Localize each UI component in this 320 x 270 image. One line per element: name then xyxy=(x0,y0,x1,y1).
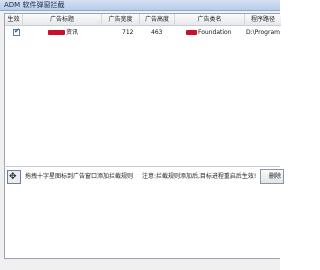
crosshair-drag-target[interactable]: ✥ xyxy=(7,170,21,184)
table-header: 生效 广告标题 广告宽度 广告高度 广告类名 程序路径 xyxy=(5,14,281,26)
header-ad-title[interactable]: 广告标题 xyxy=(23,14,102,26)
redaction-mark xyxy=(186,30,197,35)
cell-ad-class: Foundation xyxy=(198,29,232,36)
redaction-mark xyxy=(48,30,65,35)
cell-ad-title: 资讯 xyxy=(66,29,79,36)
title-bar: ADM 软件弹窗拦截 xyxy=(0,0,280,11)
cell-program-path: D:\Program Files xyxy=(246,29,281,36)
header-ad-height[interactable]: 广告高度 xyxy=(140,14,175,26)
crosshair-icon: ✥ xyxy=(9,172,17,182)
cell-ad-height: 463 xyxy=(151,29,163,36)
header-ad-class[interactable]: 广告类名 xyxy=(175,14,245,26)
header-ad-width[interactable]: 广告宽度 xyxy=(102,14,140,26)
delete-button[interactable]: 删除 xyxy=(260,169,284,184)
bottom-toolbar: ✥ 拖拽十字星图标到广告窗口添加拦截规则 注意:拦截规则添加后,目标进程重启后生… xyxy=(4,166,284,186)
rules-table: 生效 广告标题 广告宽度 广告高度 广告类名 程序路径 ✔ 资讯 712 463… xyxy=(4,13,281,259)
table-row[interactable]: ✔ 资讯 712 463 Foundation D:\Program Files xyxy=(5,27,281,38)
app-window: ADM 软件弹窗拦截 生效 广告标题 广告宽度 广告高度 广告类名 程序路径 ✔… xyxy=(0,0,284,270)
drag-instruction: 拖拽十字星图标到广告窗口添加拦截规则 xyxy=(25,173,134,180)
cell-ad-width: 712 xyxy=(122,29,134,36)
header-enabled[interactable]: 生效 xyxy=(5,14,23,26)
check-icon: ✔ xyxy=(14,27,20,35)
restart-notice: 注意:拦截规则添加后,目标进程重启后生效! xyxy=(142,173,257,180)
header-program-path[interactable]: 程序路径 xyxy=(245,14,281,26)
enabled-checkbox[interactable]: ✔ xyxy=(13,27,20,36)
window-title: ADM 软件弹窗拦截 xyxy=(4,1,65,9)
